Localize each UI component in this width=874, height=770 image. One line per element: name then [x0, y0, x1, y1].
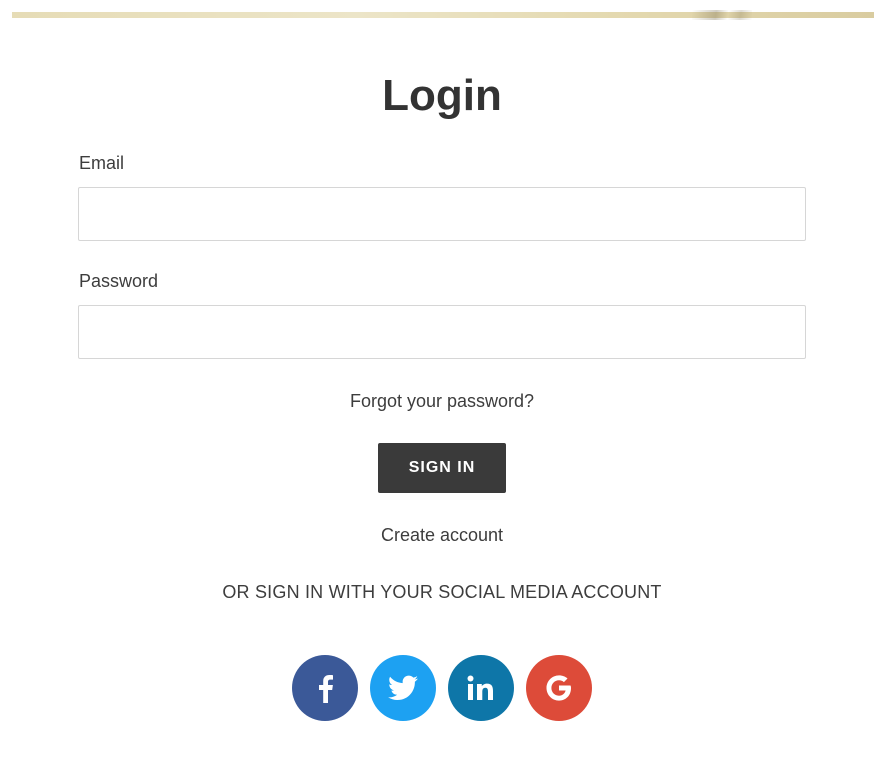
- password-field[interactable]: [78, 305, 806, 359]
- google-icon: [545, 674, 573, 702]
- social-buttons-row: [292, 655, 592, 723]
- linkedin-button[interactable]: [448, 655, 514, 721]
- google-button[interactable]: [526, 655, 592, 721]
- twitter-icon: [388, 675, 418, 701]
- page-title: Login: [382, 71, 502, 120]
- facebook-icon: [314, 673, 336, 703]
- password-label: Password: [79, 271, 159, 291]
- top-decorative-band: [12, 10, 874, 20]
- forgot-password-link[interactable]: Forgot your password?: [0, 391, 874, 412]
- facebook-button[interactable]: [292, 655, 358, 721]
- linkedin-icon: [466, 674, 496, 702]
- create-account-link[interactable]: Create account: [0, 525, 874, 546]
- email-label: Email: [79, 153, 125, 173]
- twitter-button[interactable]: [370, 655, 436, 721]
- email-field[interactable]: [78, 187, 806, 241]
- social-signin-caption: OR SIGN IN WITH YOUR SOCIAL MEDIA ACCOUN…: [222, 582, 662, 602]
- sign-in-button[interactable]: SIGN IN: [378, 443, 506, 493]
